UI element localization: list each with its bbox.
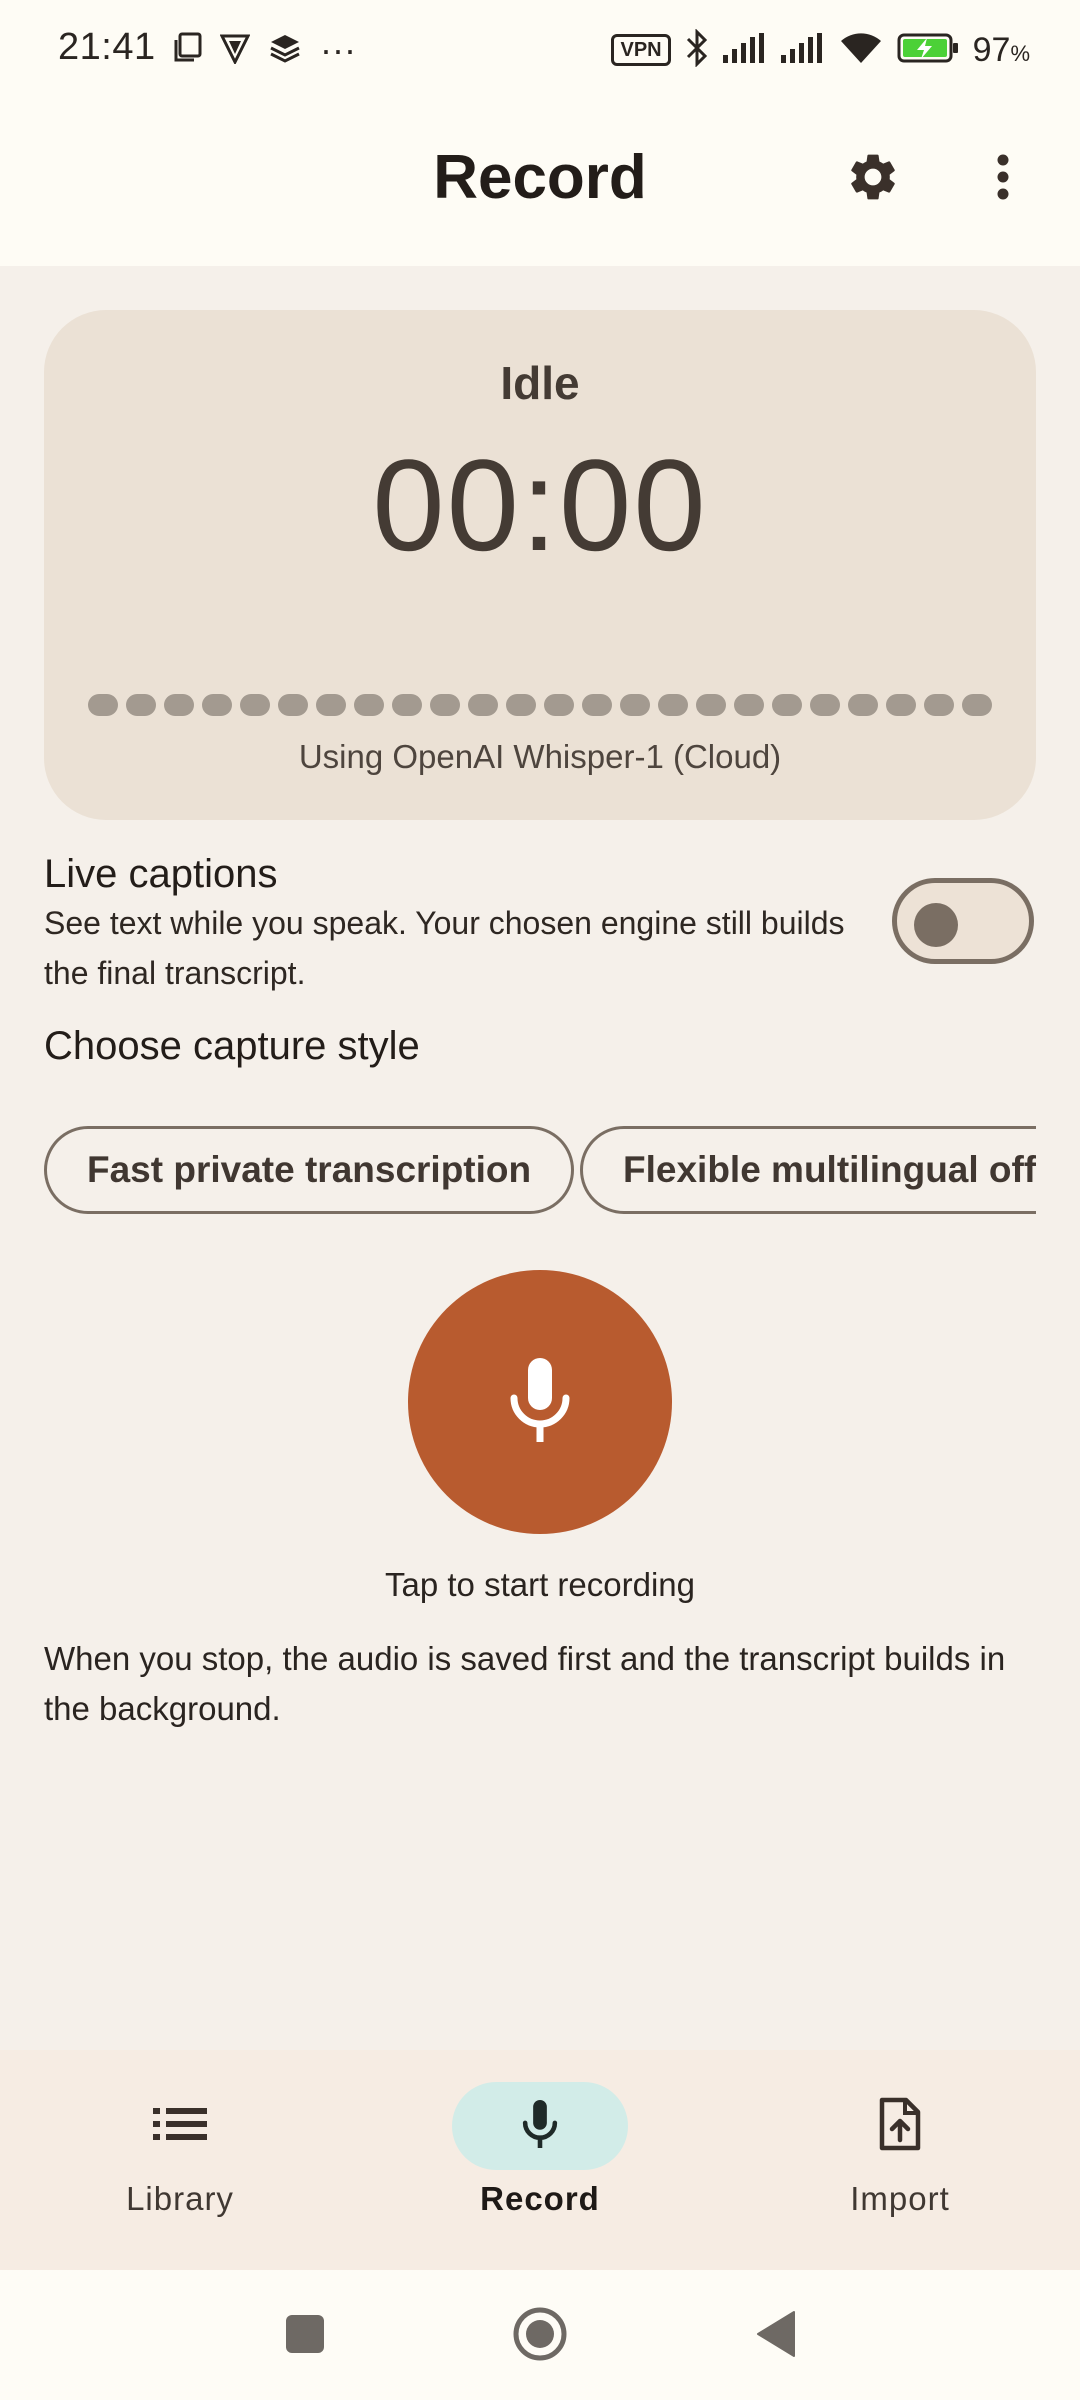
- nav-item-record[interactable]: Record: [360, 2050, 720, 2270]
- level-dot: [468, 694, 498, 716]
- capture-style-chips: Fast private transcription Flexible mult…: [44, 1126, 1036, 1216]
- overflow-menu-button[interactable]: [968, 144, 1038, 214]
- live-captions-toggle[interactable]: [892, 878, 1034, 964]
- bluetooth-icon: [685, 27, 709, 72]
- capture-style-title: Choose capture style: [44, 1024, 420, 1068]
- nav-label: Import: [850, 2180, 950, 2217]
- recents-button[interactable]: [275, 2306, 335, 2366]
- notification-icons: ···: [172, 30, 356, 70]
- back-triangle-icon: [754, 2310, 798, 2363]
- more-notifications-icon: ···: [320, 29, 356, 70]
- home-circle-icon: [512, 2306, 568, 2367]
- bottom-navigation: Library Record Import: [0, 2050, 1080, 2270]
- level-dot: [734, 694, 764, 716]
- level-dot: [886, 694, 916, 716]
- nav-pill-active: [452, 2082, 628, 2170]
- page-title: Record: [433, 143, 647, 212]
- level-dot: [544, 694, 574, 716]
- live-captions-title: Live captions: [44, 852, 278, 896]
- nav-item-library[interactable]: Library: [0, 2050, 360, 2270]
- nav-label: Record: [480, 2180, 600, 2217]
- level-dot: [696, 694, 726, 716]
- gear-icon: [845, 149, 901, 210]
- level-dot: [658, 694, 688, 716]
- app-bar: Record: [0, 96, 1080, 266]
- nav-pill: [812, 2082, 988, 2170]
- level-dot: [164, 694, 194, 716]
- battery-percent: 97%: [972, 30, 1030, 69]
- square-icon: [285, 2314, 325, 2359]
- live-captions-description: See text while you speak. Your chosen en…: [44, 905, 845, 991]
- level-dot: [848, 694, 878, 716]
- record-button[interactable]: [408, 1270, 672, 1534]
- copy-icon: [172, 32, 202, 69]
- list-icon: [153, 2104, 207, 2149]
- wifi-icon: [839, 31, 883, 70]
- record-hint: Tap to start recording: [385, 1566, 695, 1603]
- system-navigation-bar: [0, 2270, 1080, 2400]
- recording-timer: 00:00: [372, 432, 708, 578]
- level-dot: [354, 694, 384, 716]
- capture-style-chip[interactable]: Flexible multilingual offli: [580, 1126, 1036, 1214]
- system-status-icons: VPN 97%: [611, 27, 1030, 72]
- level-dot: [202, 694, 232, 716]
- toggle-knob: [914, 903, 958, 947]
- recording-info: When you stop, the audio is saved first …: [44, 1640, 1006, 1727]
- level-dot: [810, 694, 840, 716]
- nav-pill: [92, 2082, 268, 2170]
- mic-icon: [520, 2096, 560, 2157]
- audio-level-meter: [88, 694, 992, 716]
- settings-button[interactable]: [838, 144, 908, 214]
- stack-icon: [268, 32, 302, 69]
- signal-icon: [780, 32, 825, 68]
- vpn-badge: VPN: [611, 34, 671, 66]
- status-bar: 21:41 ··· VPN 97%: [0, 0, 1080, 96]
- battery-icon: [897, 32, 959, 69]
- level-dot: [240, 694, 270, 716]
- level-dot: [430, 694, 460, 716]
- more-vert-icon: [993, 152, 1013, 207]
- level-dot: [924, 694, 954, 716]
- nav-item-import[interactable]: Import: [720, 2050, 1080, 2270]
- back-button[interactable]: [746, 2306, 806, 2366]
- level-dot: [582, 694, 612, 716]
- level-dot: [620, 694, 650, 716]
- mic-icon: [505, 1354, 575, 1451]
- signal-icon: [722, 32, 767, 68]
- capture-style-chip[interactable]: Fast private transcription: [44, 1126, 575, 1214]
- status-time: 21:41: [58, 26, 156, 68]
- engine-label: Using OpenAI Whisper-1 (Cloud): [298, 738, 782, 775]
- home-button[interactable]: [510, 2306, 570, 2366]
- level-dot: [316, 694, 346, 716]
- file-upload-icon: [878, 2096, 922, 2157]
- level-dot: [772, 694, 802, 716]
- level-dot: [506, 694, 536, 716]
- recording-state: Idle: [500, 357, 580, 409]
- vpn-shield-icon: [219, 32, 251, 69]
- level-dot: [962, 694, 992, 716]
- recording-status-card: Idle 00:00 Using OpenAI Whisper-1 (Cloud…: [44, 310, 1036, 820]
- level-dot: [126, 694, 156, 716]
- level-dot: [278, 694, 308, 716]
- level-dot: [88, 694, 118, 716]
- level-dot: [392, 694, 422, 716]
- nav-label: Library: [126, 2180, 234, 2217]
